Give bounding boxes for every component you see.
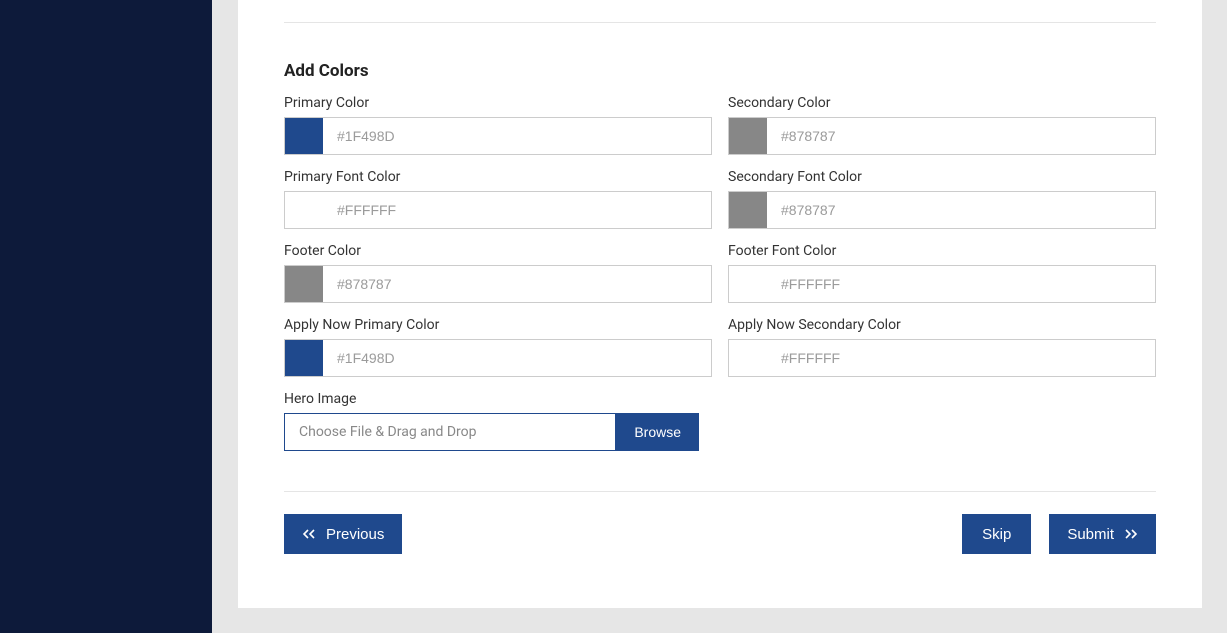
divider	[284, 22, 1156, 23]
primary-color-swatch[interactable]	[285, 118, 323, 154]
primary-color-field[interactable]	[284, 117, 712, 155]
submit-button[interactable]: Submit	[1049, 514, 1156, 554]
primary-color-label: Primary Color	[284, 95, 712, 111]
apply-secondary-color-field[interactable]	[728, 339, 1156, 377]
footer-font-color-field[interactable]	[728, 265, 1156, 303]
footer-font-color-swatch[interactable]	[729, 266, 767, 302]
apply-secondary-color-input[interactable]	[767, 340, 1155, 376]
submit-button-label: Submit	[1067, 526, 1114, 543]
apply-primary-color-field[interactable]	[284, 339, 712, 377]
footer-font-color-label: Footer Font Color	[728, 243, 1156, 259]
browse-button[interactable]: Browse	[616, 413, 699, 451]
footer-color-input[interactable]	[323, 266, 711, 302]
primary-font-color-input[interactable]	[323, 192, 711, 228]
hero-image-label: Hero Image	[284, 391, 712, 407]
footer-color-field[interactable]	[284, 265, 712, 303]
secondary-color-swatch[interactable]	[729, 118, 767, 154]
footer-font-color-input[interactable]	[767, 266, 1155, 302]
apply-primary-color-input[interactable]	[323, 340, 711, 376]
apply-secondary-color-label: Apply Now Secondary Color	[728, 317, 1156, 333]
secondary-color-field[interactable]	[728, 117, 1156, 155]
hero-image-dropzone[interactable]: Choose File & Drag and Drop	[284, 413, 616, 451]
primary-color-input[interactable]	[323, 118, 711, 154]
apply-primary-color-label: Apply Now Primary Color	[284, 317, 712, 333]
section-title: Add Colors	[284, 61, 1156, 81]
sidebar-nav	[0, 0, 212, 633]
primary-font-color-field[interactable]	[284, 191, 712, 229]
secondary-font-color-label: Secondary Font Color	[728, 169, 1156, 185]
primary-font-color-label: Primary Font Color	[284, 169, 712, 185]
secondary-font-color-input[interactable]	[767, 192, 1155, 228]
hero-image-placeholder: Choose File & Drag and Drop	[299, 424, 477, 440]
primary-font-color-swatch[interactable]	[285, 192, 323, 228]
footer-color-swatch[interactable]	[285, 266, 323, 302]
secondary-font-color-field[interactable]	[728, 191, 1156, 229]
form-card: Add Colors Primary Color Secondary Color	[238, 0, 1202, 608]
previous-button-label: Previous	[326, 526, 384, 543]
footer-color-label: Footer Color	[284, 243, 712, 259]
divider	[284, 491, 1156, 492]
chevron-double-right-icon	[1124, 529, 1138, 539]
secondary-color-label: Secondary Color	[728, 95, 1156, 111]
apply-primary-color-swatch[interactable]	[285, 340, 323, 376]
chevron-double-left-icon	[302, 529, 316, 539]
skip-button[interactable]: Skip	[962, 514, 1031, 554]
secondary-font-color-swatch[interactable]	[729, 192, 767, 228]
previous-button[interactable]: Previous	[284, 514, 402, 554]
skip-button-label: Skip	[982, 526, 1011, 543]
secondary-color-input[interactable]	[767, 118, 1155, 154]
apply-secondary-color-swatch[interactable]	[729, 340, 767, 376]
